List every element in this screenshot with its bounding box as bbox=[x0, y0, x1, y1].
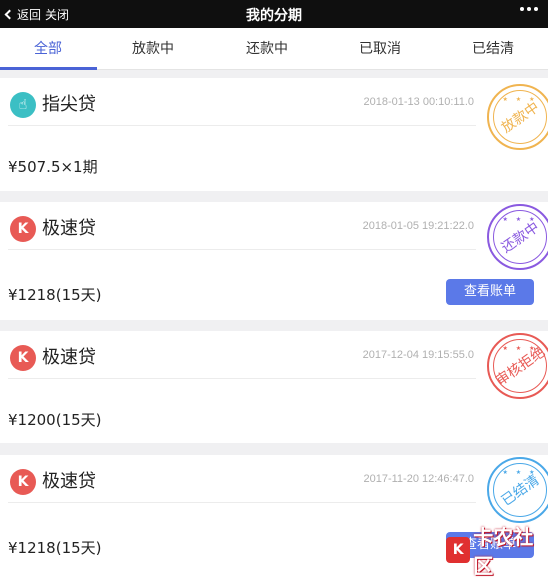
status-stamp: ★ ★ ★ 已结清 bbox=[487, 457, 548, 523]
divider bbox=[8, 502, 476, 503]
loan-date: 2018-01-13 00:10:11.0 bbox=[363, 96, 475, 108]
loan-date: 2017-12-04 19:15:55.0 bbox=[362, 349, 474, 361]
tab-repaying[interactable]: 还款中 bbox=[212, 28, 322, 70]
watermark-logo-icon: K bbox=[446, 537, 471, 563]
loan-amount: ¥1200(15天) bbox=[8, 411, 102, 429]
loan-amount: ¥1218(15天) bbox=[8, 539, 102, 557]
loan-amount: ¥1218(15天) bbox=[8, 286, 102, 304]
divider bbox=[8, 378, 476, 379]
lightning-k-icon: K bbox=[10, 216, 36, 242]
loan-amount: ¥507.5×1期 bbox=[8, 158, 98, 176]
active-tab-indicator bbox=[0, 67, 97, 70]
status-stamp: ★ ★ ★ 放款中 bbox=[487, 84, 548, 150]
loan-product-name: 极速贷 bbox=[42, 347, 96, 368]
loan-card[interactable]: ☝ 指尖贷 2018-01-13 00:10:11.0 ¥507.5×1期 ★ … bbox=[0, 78, 548, 191]
loan-card[interactable]: K 极速贷 2017-12-04 19:15:55.0 ¥1200(15天) ★… bbox=[0, 331, 548, 443]
loan-card[interactable]: K 极速贷 2018-01-05 19:21:22.0 ¥1218(15天) 查… bbox=[0, 202, 548, 320]
loan-date: 2018-01-05 19:21:22.0 bbox=[362, 220, 474, 232]
tab-cancelled[interactable]: 已取消 bbox=[325, 28, 435, 70]
lightning-k-icon: K bbox=[10, 345, 36, 371]
loan-product-name: 指尖贷 bbox=[42, 94, 96, 115]
status-stamp: ★ ★ ★ 审核拒绝 bbox=[487, 333, 548, 399]
watermark-text: 卡农社区 bbox=[473, 525, 534, 578]
watermark: K 卡农社区 bbox=[446, 521, 548, 578]
lightning-k-icon: K bbox=[10, 469, 36, 495]
tab-settled[interactable]: 已结清 bbox=[438, 28, 548, 70]
view-bill-button[interactable]: 查看账单 bbox=[446, 279, 534, 305]
more-options-icon[interactable] bbox=[520, 7, 538, 11]
divider bbox=[8, 125, 476, 126]
status-tabs: 全部 放款中 还款中 已取消 已结清 bbox=[0, 28, 548, 70]
loan-date: 2017-11-20 12:46:47.0 bbox=[363, 473, 475, 485]
loan-product-name: 极速贷 bbox=[42, 471, 96, 492]
status-stamp: ★ ★ ★ 还款中 bbox=[487, 204, 548, 270]
divider bbox=[8, 249, 476, 250]
loan-product-name: 极速贷 bbox=[42, 218, 96, 239]
tab-disbursing[interactable]: 放款中 bbox=[98, 28, 208, 70]
finger-tap-icon: ☝ bbox=[10, 92, 36, 118]
top-bar: 返回 关闭 我的分期 bbox=[0, 0, 548, 28]
page-title: 我的分期 bbox=[246, 8, 302, 24]
tab-all[interactable]: 全部 bbox=[0, 28, 103, 70]
